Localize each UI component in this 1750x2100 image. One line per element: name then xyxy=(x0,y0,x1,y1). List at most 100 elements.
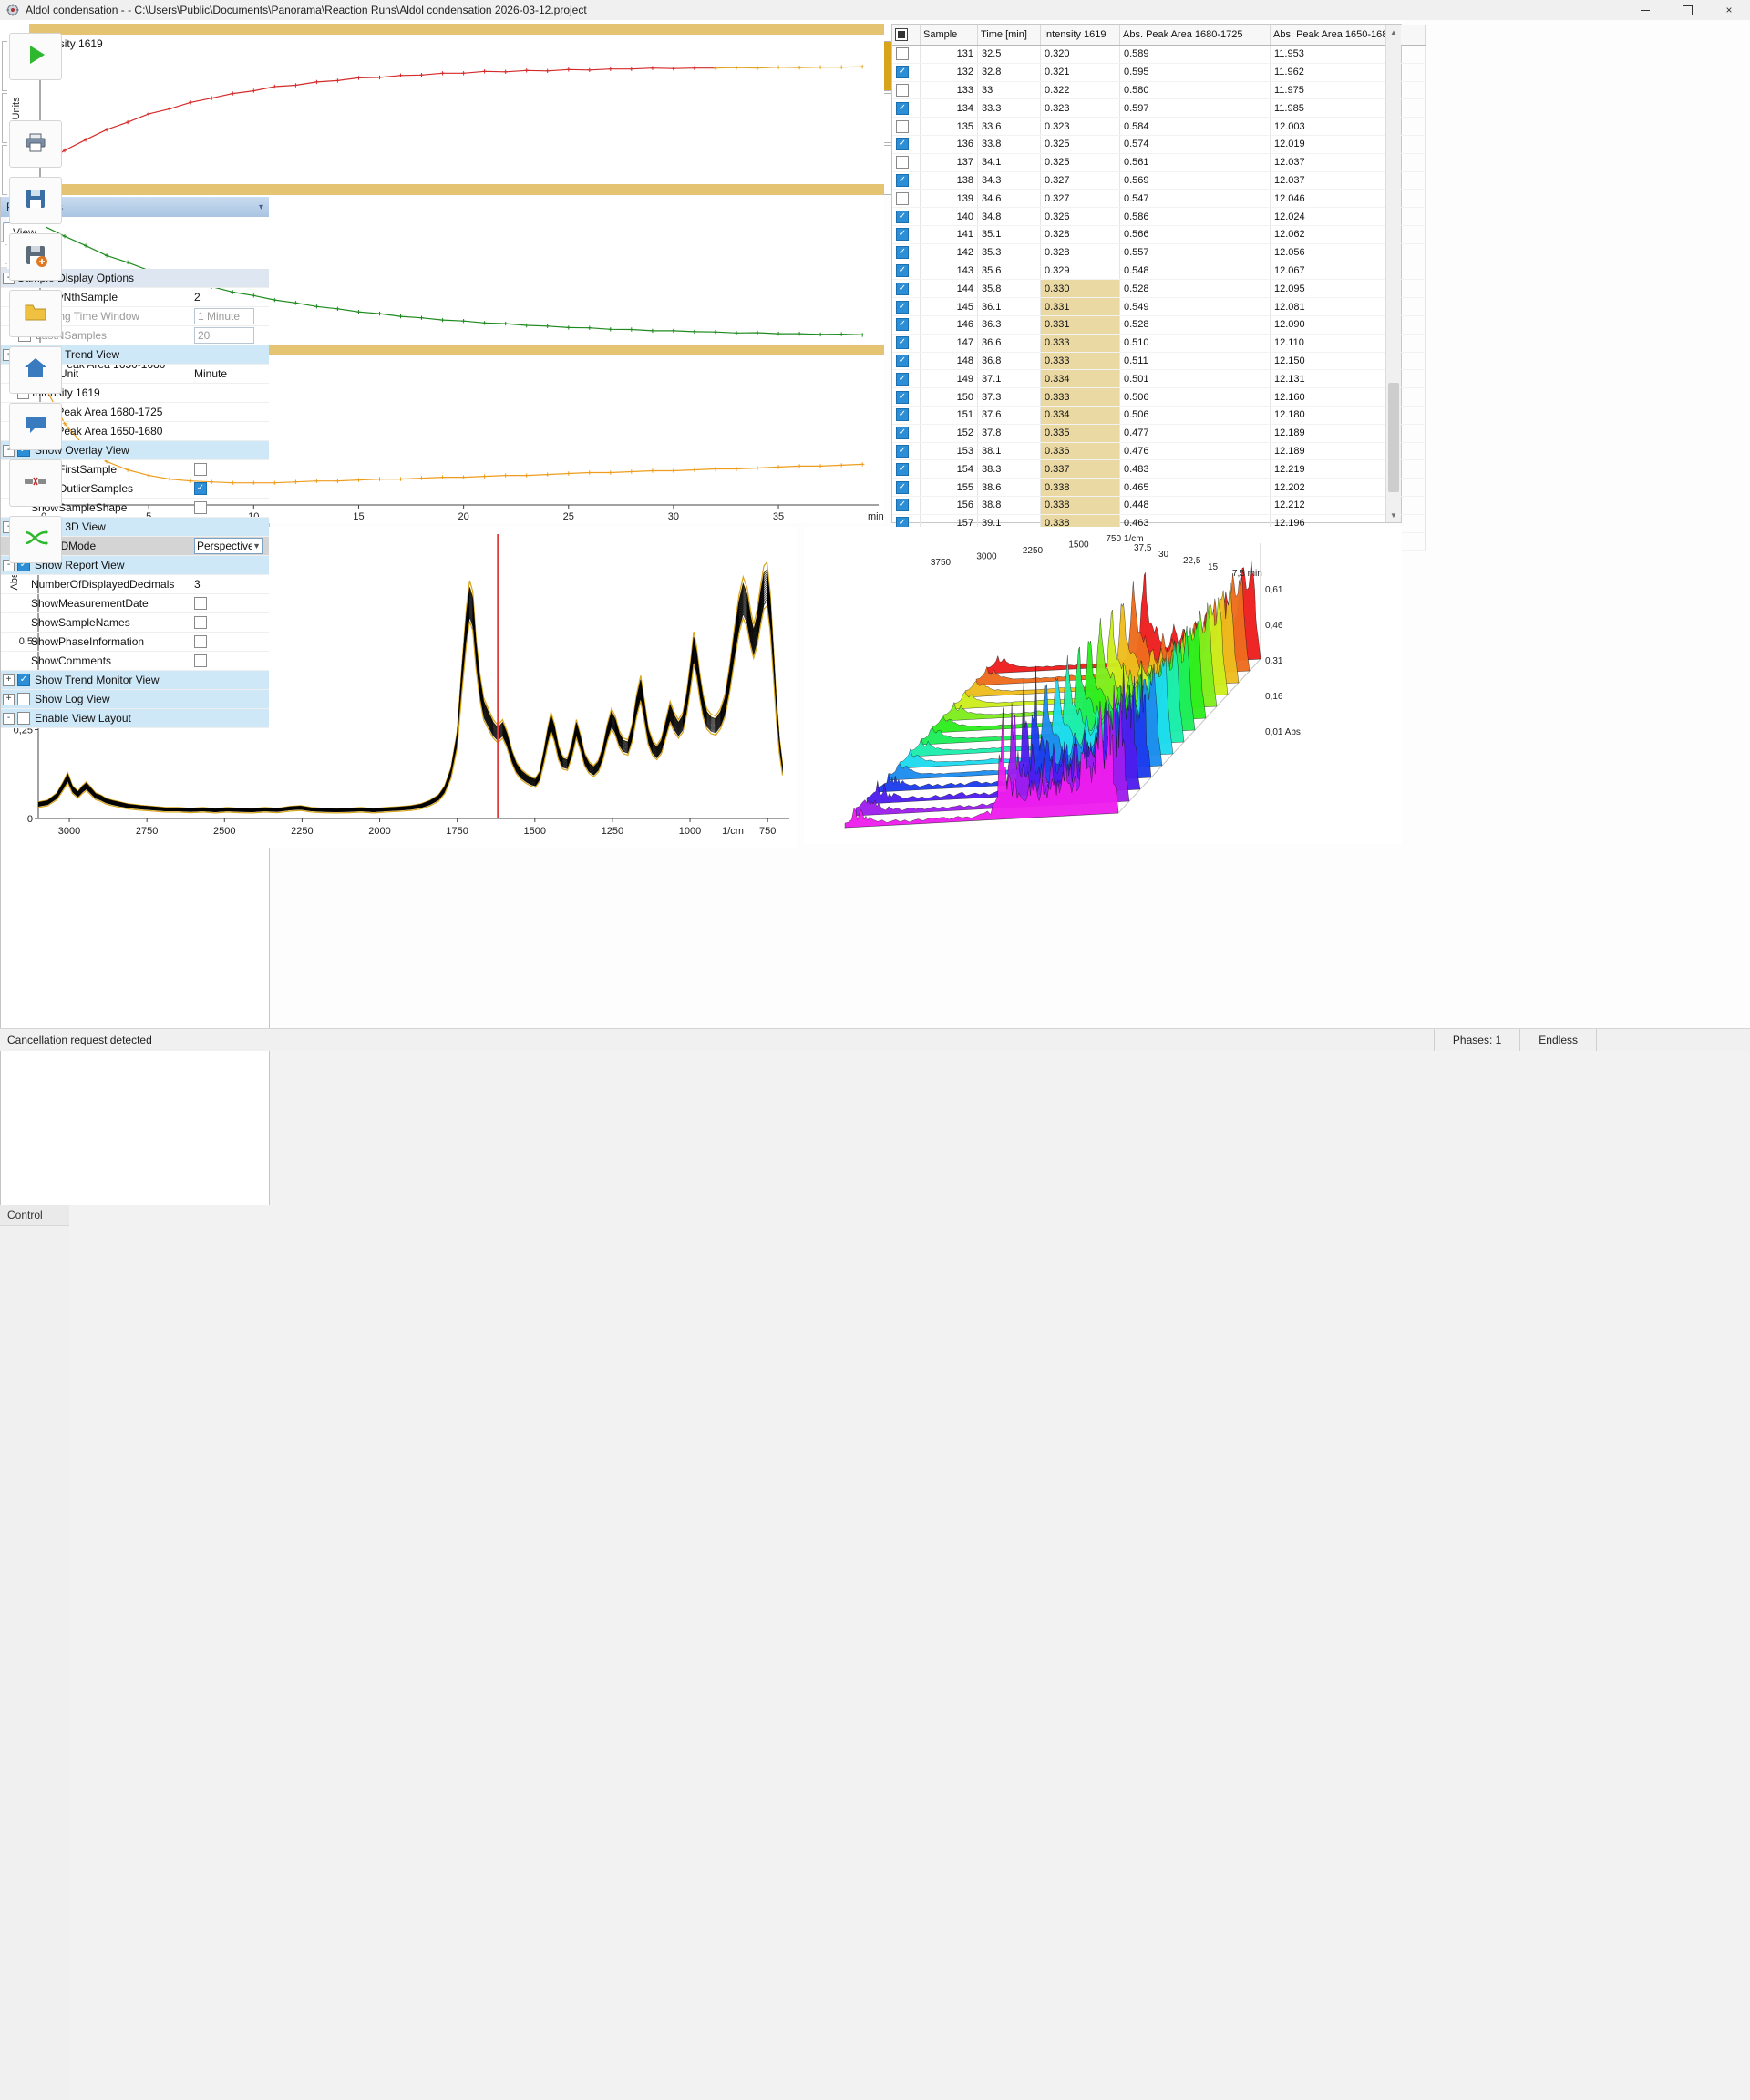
param-row-enable-view-layout[interactable]: -Enable View Layout xyxy=(1,709,269,728)
home-button[interactable] xyxy=(9,346,62,394)
row-checkbox-cell[interactable]: ✓ xyxy=(892,352,921,370)
row-checkbox[interactable]: ✓ xyxy=(896,463,909,476)
maximize-button[interactable] xyxy=(1666,0,1708,20)
open-button[interactable] xyxy=(9,290,62,337)
scrollbar-thumb[interactable] xyxy=(1388,383,1399,492)
table-row[interactable]: ✓13232.80.3210.59511.962 xyxy=(892,63,1426,81)
param-checkbox[interactable] xyxy=(17,693,30,705)
param-value[interactable]: 2 xyxy=(194,291,265,304)
row-checkbox[interactable]: ✓ xyxy=(896,138,909,150)
row-checkbox-cell[interactable]: ✓ xyxy=(892,496,921,514)
row-checkbox[interactable]: ✓ xyxy=(896,301,909,314)
row-checkbox[interactable]: ✓ xyxy=(896,211,909,223)
row-checkbox[interactable]: ✓ xyxy=(896,174,909,187)
table-row[interactable]: ✓15538.60.3380.46512.202 xyxy=(892,479,1426,497)
row-checkbox[interactable]: ✓ xyxy=(896,408,909,421)
row-checkbox[interactable]: ✓ xyxy=(896,391,909,404)
row-checkbox-cell[interactable]: ✓ xyxy=(892,208,921,226)
param-value-checkbox[interactable] xyxy=(194,616,207,629)
branch-button[interactable] xyxy=(9,516,62,563)
param-row-show-trend-monitor-view[interactable]: +✓Show Trend Monitor View xyxy=(1,671,269,690)
scroll-down-icon[interactable]: ▼ xyxy=(1386,508,1401,522)
table-row[interactable]: ✓14736.60.3330.51012.110 xyxy=(892,334,1426,352)
row-checkbox-cell[interactable]: ✓ xyxy=(892,99,921,118)
row-checkbox-cell[interactable]: ✓ xyxy=(892,243,921,262)
param-value-box[interactable]: 20 xyxy=(194,327,265,344)
param-value[interactable]: Minute xyxy=(194,367,265,380)
row-checkbox[interactable]: ✓ xyxy=(896,66,909,78)
row-checkbox[interactable]: ✓ xyxy=(896,499,909,511)
table-row[interactable]: ✓14636.30.3310.52812.090 xyxy=(892,315,1426,334)
row-checkbox[interactable]: ✓ xyxy=(896,373,909,386)
row-checkbox[interactable]: ✓ xyxy=(896,318,909,331)
table-row[interactable]: ✓14536.10.3310.54912.081 xyxy=(892,298,1426,316)
table-row[interactable]: ✓13633.80.3250.57412.019 xyxy=(892,135,1426,153)
row-checkbox[interactable]: ✓ xyxy=(896,427,909,439)
table-row[interactable]: ✓15338.10.3360.47612.189 xyxy=(892,442,1426,460)
row-checkbox[interactable] xyxy=(896,47,909,60)
row-checkbox-cell[interactable] xyxy=(892,81,921,99)
table-row[interactable]: ✓14937.10.3340.50112.131 xyxy=(892,370,1426,388)
row-checkbox[interactable] xyxy=(896,120,909,133)
row-checkbox[interactable] xyxy=(896,84,909,97)
row-checkbox-cell[interactable] xyxy=(892,46,921,64)
param-row-showphaseinformation[interactable]: ShowPhaseInformation xyxy=(1,633,269,652)
row-checkbox-cell[interactable] xyxy=(892,118,921,136)
expand-icon[interactable]: + xyxy=(3,694,15,705)
row-checkbox[interactable]: ✓ xyxy=(896,355,909,367)
param-value-checkbox[interactable] xyxy=(194,635,207,648)
row-checkbox[interactable]: ✓ xyxy=(896,246,909,259)
table-row[interactable]: ✓15137.60.3340.50612.180 xyxy=(892,406,1426,424)
sample-table[interactable]: SampleTime [min]Intensity 1619Abs. Peak … xyxy=(892,25,1426,551)
export-button[interactable] xyxy=(9,233,62,281)
row-checkbox-cell[interactable]: ✓ xyxy=(892,280,921,298)
row-checkbox[interactable]: ✓ xyxy=(896,481,909,494)
row-checkbox[interactable]: ✓ xyxy=(896,283,909,295)
param-checkbox[interactable] xyxy=(17,712,30,725)
param-value-checkbox[interactable] xyxy=(194,463,207,476)
select-all-checkbox[interactable] xyxy=(895,28,908,41)
minimize-button[interactable] xyxy=(1624,0,1666,20)
print-button[interactable] xyxy=(9,120,62,168)
table-row[interactable]: ✓15638.80.3380.44812.212 xyxy=(892,496,1426,514)
scroll-up-icon[interactable]: ▲ xyxy=(1386,25,1401,39)
row-checkbox-cell[interactable]: ✓ xyxy=(892,388,921,407)
row-checkbox-cell[interactable]: ✓ xyxy=(892,298,921,316)
param-row-showmeasurementdate[interactable]: ShowMeasurementDate xyxy=(1,594,269,613)
threed-view-panel[interactable]: 3750300022501500750 1/cm37,53022,5157,5 … xyxy=(804,527,1402,844)
row-checkbox-cell[interactable]: ✓ xyxy=(892,370,921,388)
save-button[interactable] xyxy=(9,177,62,224)
table-row[interactable]: 13734.10.3250.56112.037 xyxy=(892,153,1426,171)
param-value-checkbox[interactable]: ✓ xyxy=(194,482,207,495)
row-checkbox-cell[interactable]: ✓ xyxy=(892,63,921,81)
param-value[interactable]: 3 xyxy=(194,578,265,591)
row-checkbox-cell[interactable]: ✓ xyxy=(892,262,921,280)
table-row[interactable]: ✓13433.30.3230.59711.985 xyxy=(892,99,1426,118)
row-checkbox[interactable]: ✓ xyxy=(896,336,909,349)
table-row[interactable]: ✓14135.10.3280.56612.062 xyxy=(892,225,1426,243)
param-value-checkbox[interactable] xyxy=(194,501,207,514)
table-row[interactable]: ✓13834.30.3270.56912.037 xyxy=(892,171,1426,190)
table-row[interactable]: ✓14435.80.3300.52812.095 xyxy=(892,280,1426,298)
param-row-showcomments[interactable]: ShowComments xyxy=(1,652,269,671)
table-row[interactable]: ✓14335.60.3290.54812.067 xyxy=(892,262,1426,280)
close-button[interactable]: × xyxy=(1708,0,1750,20)
table-row[interactable]: 13533.60.3230.58412.003 xyxy=(892,118,1426,136)
row-checkbox-cell[interactable]: ✓ xyxy=(892,479,921,497)
collapse-icon[interactable]: - xyxy=(3,713,15,725)
row-checkbox-cell[interactable]: ✓ xyxy=(892,406,921,424)
expand-icon[interactable]: + xyxy=(3,674,15,686)
row-checkbox-cell[interactable] xyxy=(892,190,921,208)
table-row[interactable]: 13934.60.3270.54712.046 xyxy=(892,190,1426,208)
play-button[interactable] xyxy=(9,33,62,80)
row-checkbox[interactable]: ✓ xyxy=(896,264,909,277)
param-row-numberofdisplayeddecimals[interactable]: NumberOfDisplayedDecimals3 xyxy=(1,575,269,594)
dropdown[interactable]: Perspective▼ xyxy=(194,538,263,554)
panel-pin-icon[interactable]: ▾ xyxy=(259,202,263,212)
param-value-box[interactable]: 1 Minute xyxy=(194,308,265,324)
row-checkbox[interactable]: ✓ xyxy=(896,445,909,458)
row-checkbox[interactable] xyxy=(896,192,909,205)
param-value-dropdown[interactable]: Perspective▼ xyxy=(194,538,265,554)
row-checkbox-cell[interactable] xyxy=(892,153,921,171)
table-row[interactable]: ✓14034.80.3260.58612.024 xyxy=(892,208,1426,226)
